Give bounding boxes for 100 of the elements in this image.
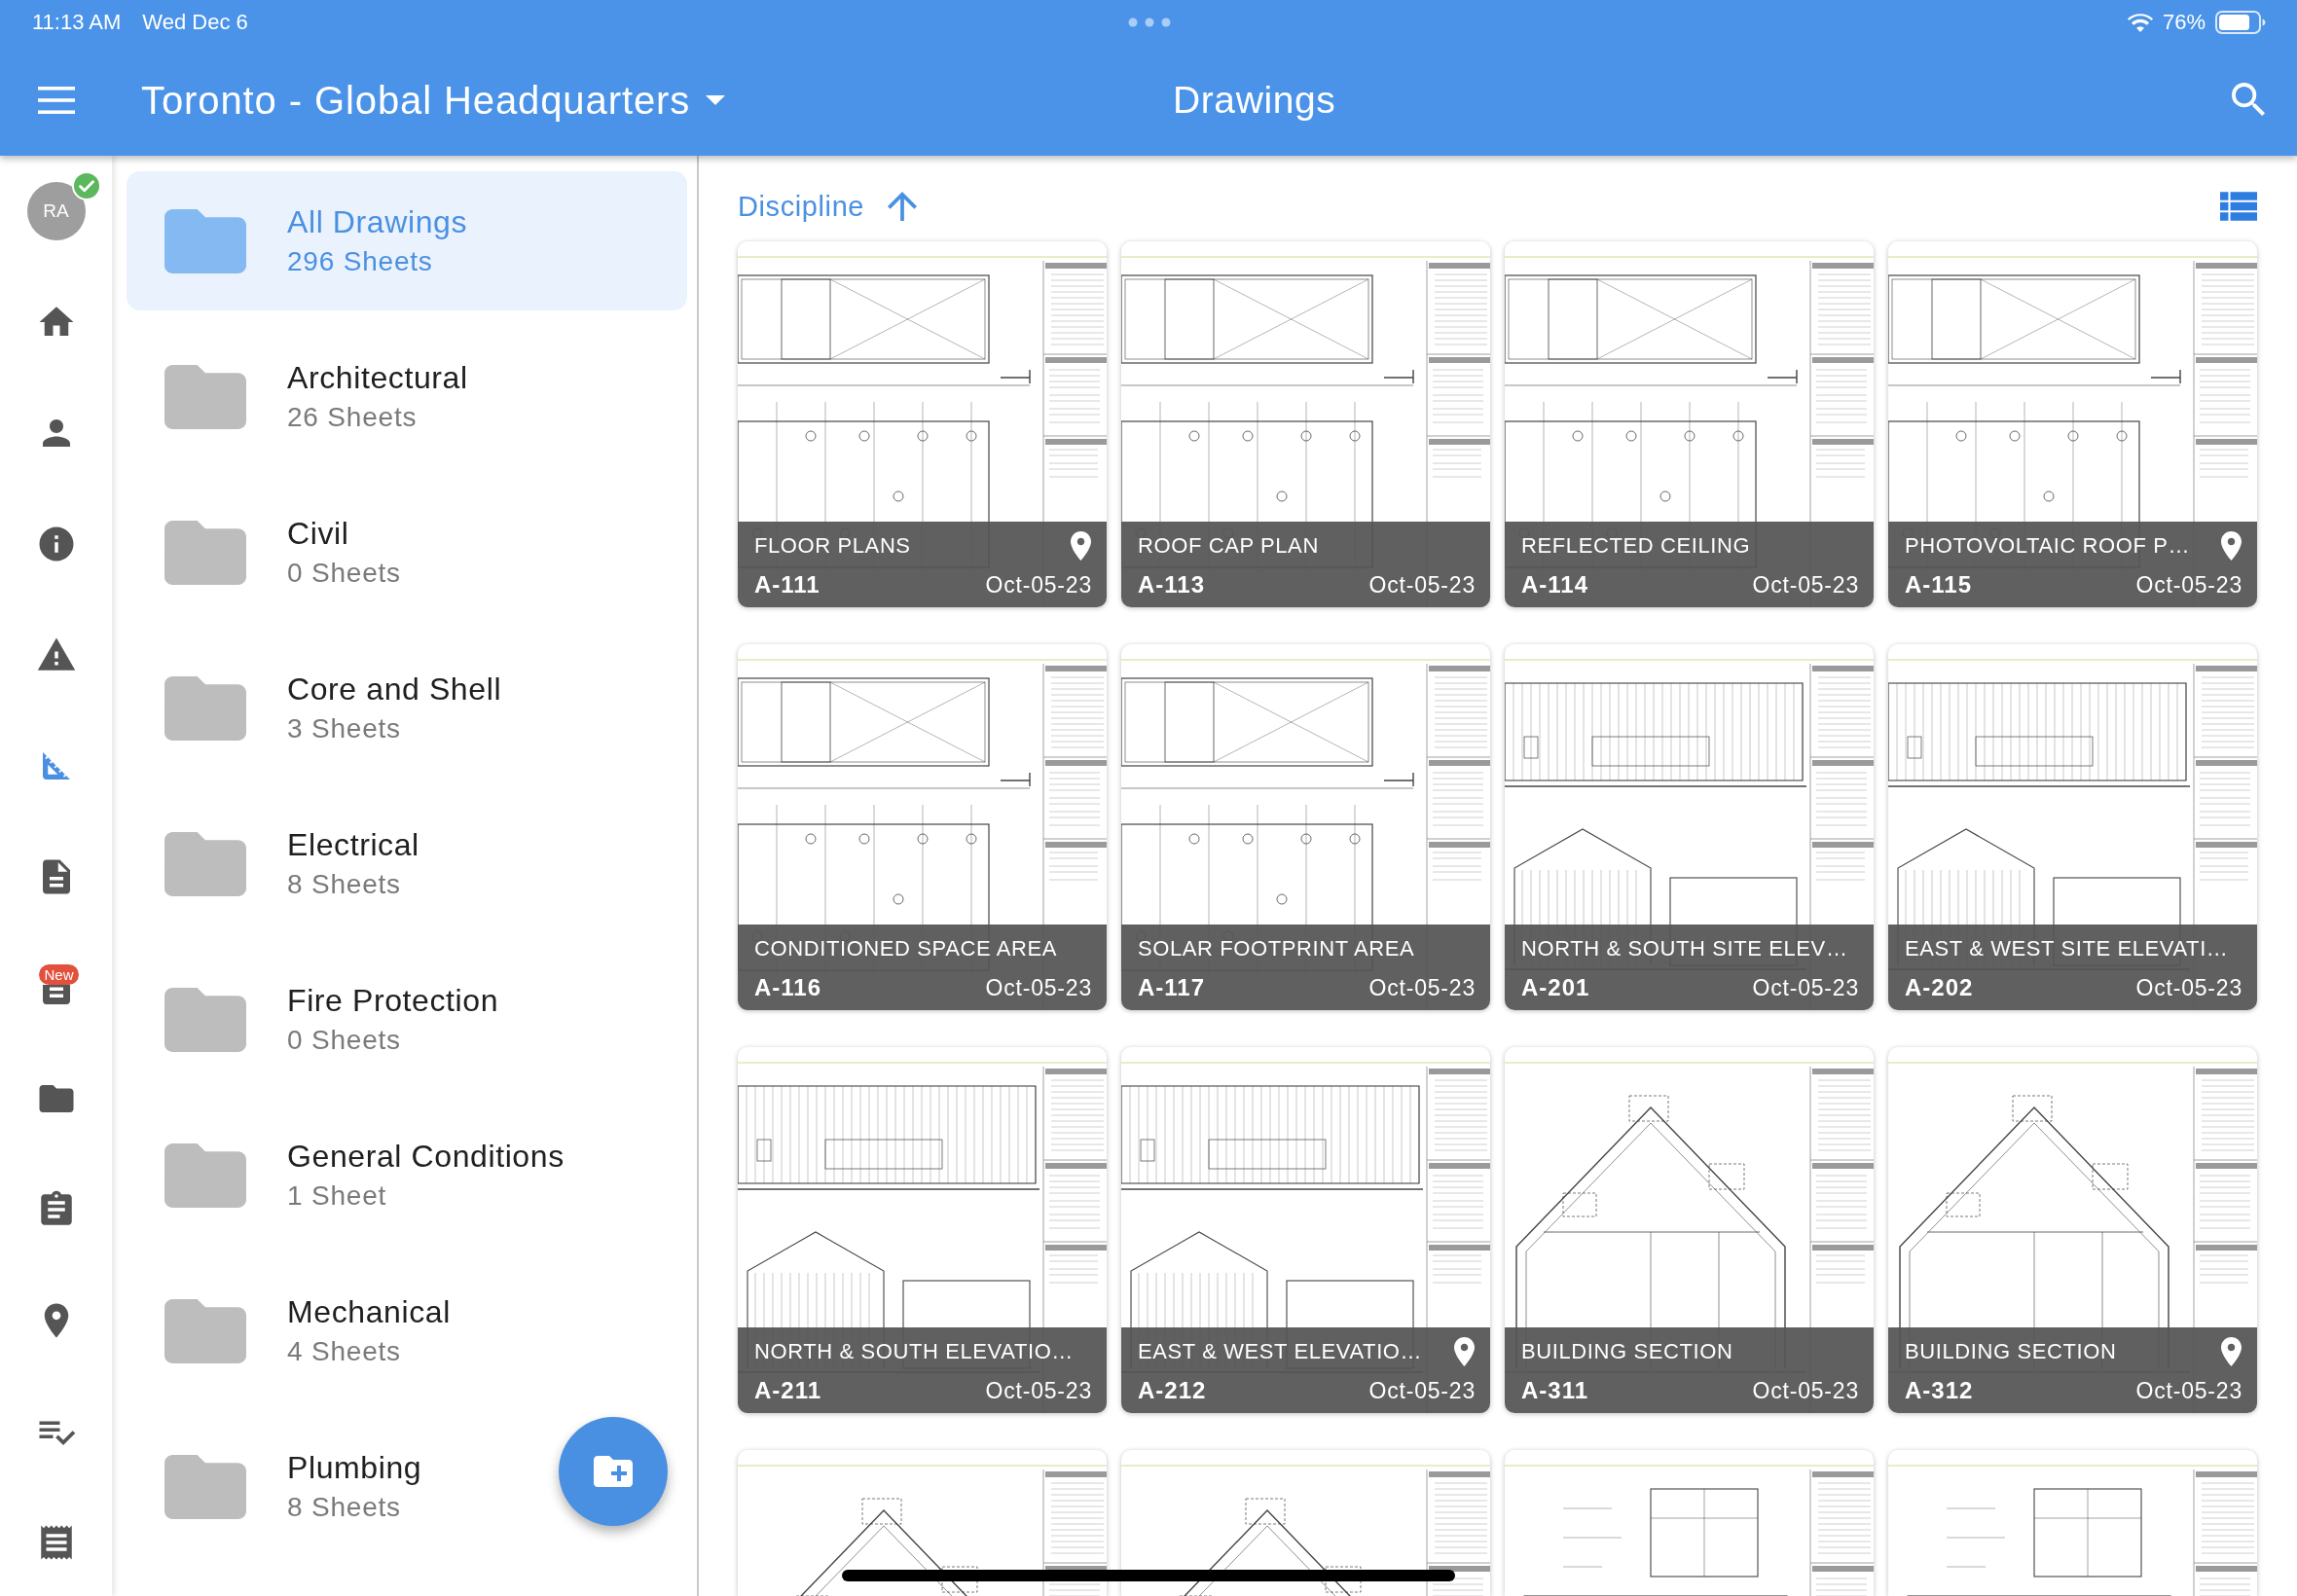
sheet-number: A-202 — [1905, 974, 1974, 1001]
folder-list-item[interactable]: Core and Shell 3 Sheets — [127, 638, 522, 778]
sheet-count: 296 Sheets — [287, 244, 434, 278]
sheet-card[interactable]: EAST & WEST ELEVATIO… A-212 Oct-05-23 — [1121, 1047, 1490, 1413]
sheet-date: Oct-05-23 — [2135, 571, 2242, 598]
sheet-title: ROOF CAP PLAN — [1138, 532, 1319, 559]
folder-name: All Drawings — [287, 202, 468, 241]
sheet-date: Oct-05-23 — [1368, 1377, 1476, 1404]
sheet-date: Oct-05-23 — [1368, 571, 1476, 598]
folder-list-item[interactable]: Civil 0 Sheets — [127, 483, 420, 622]
folder-name: General Conditions — [287, 1137, 565, 1176]
battery-percent: 76% — [2162, 10, 2206, 35]
sheet-count: 0 Sheets — [287, 556, 401, 590]
sheet-count: 4 Sheets — [287, 1334, 402, 1368]
sheet-title: EAST & WEST SITE ELEVATI… — [1905, 935, 2229, 961]
sheet-title: SOLAR FOOTPRINT AREA — [1138, 935, 1415, 961]
sheet-title: BUILDING SECTION — [1905, 1338, 2117, 1364]
sheet-title: REFLECTED CEILING — [1521, 532, 1751, 559]
sheet-date: Oct-05-23 — [1752, 1377, 1859, 1404]
folder-plus-icon — [594, 1456, 633, 1487]
sheet-number: A-113 — [1138, 571, 1206, 598]
sheet-date: Oct-05-23 — [2135, 1377, 2242, 1404]
sheet-number: A-211 — [754, 1377, 822, 1404]
folder-list-item[interactable]: Mechanical 4 Sheets — [127, 1261, 470, 1400]
sheet-date: Oct-05-23 — [1752, 571, 1859, 598]
folder-icon — [164, 987, 246, 1052]
sheet-number: A-116 — [754, 974, 822, 1001]
sheet-date: Oct-05-23 — [985, 1377, 1092, 1404]
sheet-number: A-201 — [1521, 974, 1590, 1001]
list-view-icon[interactable] — [2220, 192, 2257, 221]
search-icon[interactable] — [2232, 83, 2267, 118]
sheet-card[interactable]: REFLECTED CEILING A-114 Oct-05-23 — [1505, 241, 1874, 607]
folder-list-item[interactable]: Architectural 26 Sheets — [127, 327, 488, 466]
sheet-date: Oct-05-23 — [985, 974, 1092, 1001]
sheet-title: NORTH & SOUTH SITE ELEV… — [1521, 935, 1848, 961]
sheet-card[interactable]: NORTH & SOUTH SITE ELEV… A-201 Oct-05-23 — [1505, 644, 1874, 1010]
sheet-count: 26 Sheets — [287, 400, 419, 434]
sheet-count: 8 Sheets — [287, 1490, 402, 1524]
sheet-title: NORTH & SOUTH ELEVATIO… — [754, 1338, 1074, 1364]
sheet-number: A-115 — [1905, 571, 1973, 598]
sheet-number: A-117 — [1138, 974, 1206, 1001]
menu-icon[interactable] — [37, 87, 75, 114]
folder-name: Fire Protection — [287, 981, 499, 1020]
project-dropdown[interactable]: Toronto - Global Headquarters — [141, 78, 726, 123]
folder-name: Architectural — [287, 358, 468, 397]
folder-icon — [164, 675, 246, 741]
folder-name: Civil — [287, 514, 350, 553]
sheet-count: 8 Sheets — [287, 867, 402, 901]
folder-name: Electrical — [287, 825, 419, 864]
sheet-card[interactable]: BUILDING SECTION A-311 Oct-05-23 — [1505, 1047, 1874, 1413]
sheet-card[interactable]: FLOOR PLANS A-111 Oct-05-23 — [738, 241, 1107, 607]
battery-icon — [2215, 11, 2266, 34]
new-folder-button[interactable] — [559, 1417, 668, 1526]
folder-icon — [164, 208, 246, 273]
sheet-card[interactable] — [738, 1450, 1107, 1596]
sheet-card[interactable] — [1121, 1450, 1490, 1596]
sheet-date: Oct-05-23 — [1752, 974, 1859, 1001]
folder-name: Core and Shell — [287, 670, 502, 708]
folder-list-item[interactable]: Fire Protection 0 Sheets — [127, 950, 519, 1089]
folder-icon — [164, 1298, 246, 1363]
folder-list-item[interactable]: Electrical 8 Sheets — [127, 794, 439, 933]
multitasking-dots-icon[interactable] — [1127, 18, 1171, 27]
sheet-card[interactable]: NORTH & SOUTH ELEVATIO… A-211 Oct-05-23 — [738, 1047, 1107, 1413]
sheet-count: 3 Sheets — [287, 711, 402, 745]
new-badge: New — [39, 964, 79, 985]
sheet-date: Oct-05-23 — [985, 571, 1092, 598]
folder-icon — [164, 831, 246, 896]
status-time: 11:13 AM — [32, 10, 122, 35]
folder-list-item[interactable]: General Conditions 1 Sheet — [127, 1106, 584, 1245]
sheet-card[interactable]: CONDITIONED SPACE AREA A-116 Oct-05-23 — [738, 644, 1107, 1010]
sheet-title: BUILDING SECTION — [1521, 1338, 1733, 1364]
sheet-card[interactable]: EAST & WEST SITE ELEVATI… A-202 Oct-05-23 — [1888, 644, 2257, 1010]
sheet-number: A-111 — [754, 571, 820, 598]
sheet-count: 1 Sheet — [287, 1179, 388, 1213]
wifi-icon — [2127, 13, 2153, 32]
sheet-number: A-114 — [1521, 571, 1589, 598]
sheet-date: Oct-05-23 — [2135, 974, 2242, 1001]
sheet-date: Oct-05-23 — [1368, 974, 1476, 1001]
sheet-title: CONDITIONED SPACE AREA — [754, 935, 1058, 961]
sort-button[interactable]: Discipline — [738, 190, 918, 223]
sheet-title: PHOTOVOLTAIC ROOF P… — [1905, 532, 2191, 559]
folder-icon — [164, 1143, 246, 1208]
sheet-card[interactable]: PHOTOVOLTAIC ROOF P… A-115 Oct-05-23 — [1888, 241, 2257, 607]
status-date: Wed Dec 6 — [142, 10, 248, 35]
sheet-number: A-311 — [1521, 1377, 1589, 1404]
page-title: Drawings — [1173, 79, 1336, 122]
sheet-card[interactable]: SOLAR FOOTPRINT AREA A-117 Oct-05-23 — [1121, 644, 1490, 1010]
sheet-title: FLOOR PLANS — [754, 532, 911, 559]
folder-list-item[interactable]: Plumbing 8 Sheets — [127, 1417, 442, 1556]
sheet-title: EAST & WEST ELEVATIO… — [1138, 1338, 1423, 1364]
folder-name: Mechanical — [287, 1292, 451, 1331]
sheet-card[interactable]: BUILDING SECTION A-312 Oct-05-23 — [1888, 1047, 2257, 1413]
folder-name: Plumbing — [287, 1448, 422, 1487]
sheet-number: A-312 — [1905, 1377, 1974, 1404]
sheet-card[interactable]: ROOF CAP PLAN A-113 Oct-05-23 — [1121, 241, 1490, 607]
folder-icon — [164, 364, 246, 429]
sheet-count: 0 Sheets — [287, 1023, 402, 1057]
caret-down-icon — [706, 95, 726, 105]
folder-icon — [164, 1454, 246, 1519]
folder-icon — [164, 520, 246, 585]
